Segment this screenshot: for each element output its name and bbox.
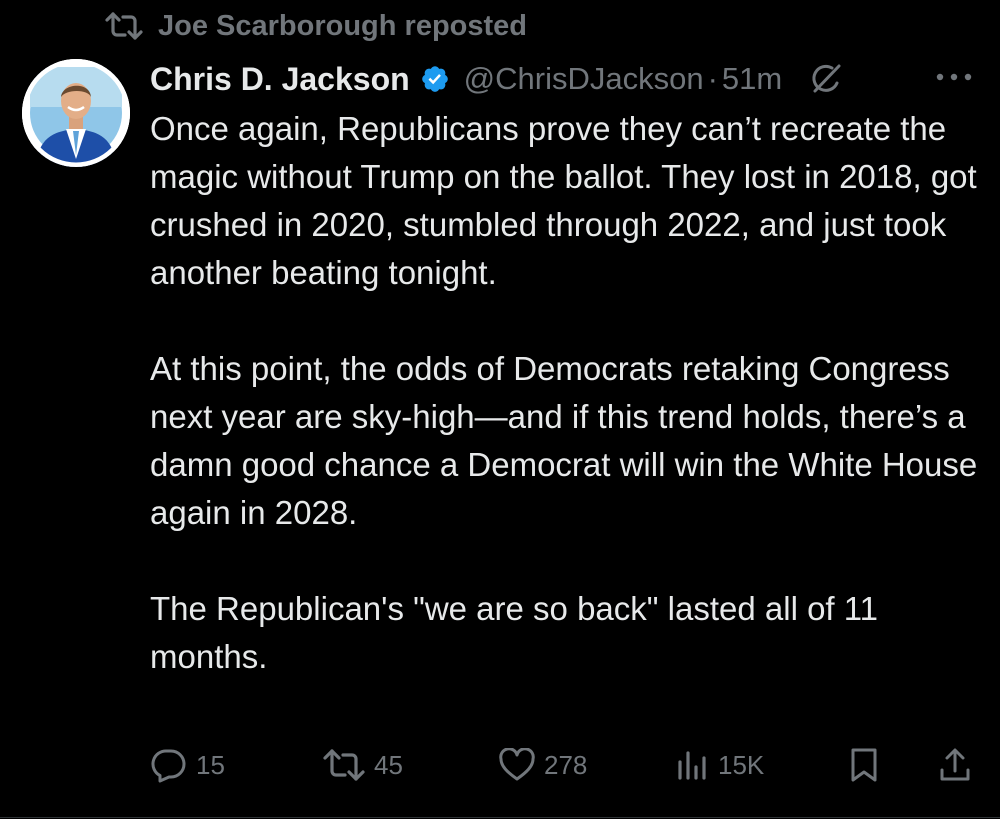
timestamp[interactable]: 51m <box>722 61 782 97</box>
reply-icon <box>150 747 188 783</box>
views-chart-icon <box>676 748 710 782</box>
repost-icon <box>104 11 144 41</box>
author-handle[interactable]: @ChrisDJackson <box>464 61 704 97</box>
share-button[interactable] <box>938 742 972 788</box>
like-count: 278 <box>544 749 588 780</box>
heart-icon <box>498 748 536 782</box>
reply-count: 15 <box>196 749 225 780</box>
bookmark-icon <box>848 746 880 784</box>
views-button[interactable]: 15K <box>676 742 764 788</box>
avatar[interactable] <box>22 59 130 167</box>
tweet-paragraph: Once again, Republicans prove they can’t… <box>150 110 977 291</box>
tweet-paragraph: At this point, the odds of Democrats ret… <box>150 350 978 531</box>
more-options-icon[interactable] <box>932 62 976 92</box>
author-name[interactable]: Chris D. Jackson <box>150 61 410 98</box>
repost-context[interactable]: Joe Scarborough reposted <box>104 8 527 44</box>
like-button[interactable]: 278 <box>498 742 587 788</box>
repost-label: Joe Scarborough reposted <box>158 9 528 42</box>
separator-dot: · <box>707 61 718 96</box>
tweet[interactable]: Joe Scarborough reposted Chris D. Jackso… <box>0 0 1000 819</box>
tweet-text: Once again, Republicans prove they can’t… <box>150 105 990 681</box>
tweet-paragraph: The Republican's "we are so back" lasted… <box>150 590 879 675</box>
views-count: 15K <box>718 749 765 780</box>
repost-button[interactable]: 45 <box>322 742 403 788</box>
repost-count: 45 <box>374 749 403 780</box>
share-icon <box>938 746 972 784</box>
tweet-actions: 15 45 278 15K <box>150 742 980 788</box>
grok-icon[interactable] <box>808 61 844 97</box>
bookmark-button[interactable] <box>848 742 880 788</box>
tweet-header: Chris D. Jackson @ChrisDJackson · 51m <box>150 57 844 101</box>
repost-action-icon <box>322 748 366 782</box>
divider <box>0 817 1000 818</box>
reply-button[interactable]: 15 <box>150 742 225 788</box>
verified-badge-icon[interactable] <box>420 64 450 94</box>
